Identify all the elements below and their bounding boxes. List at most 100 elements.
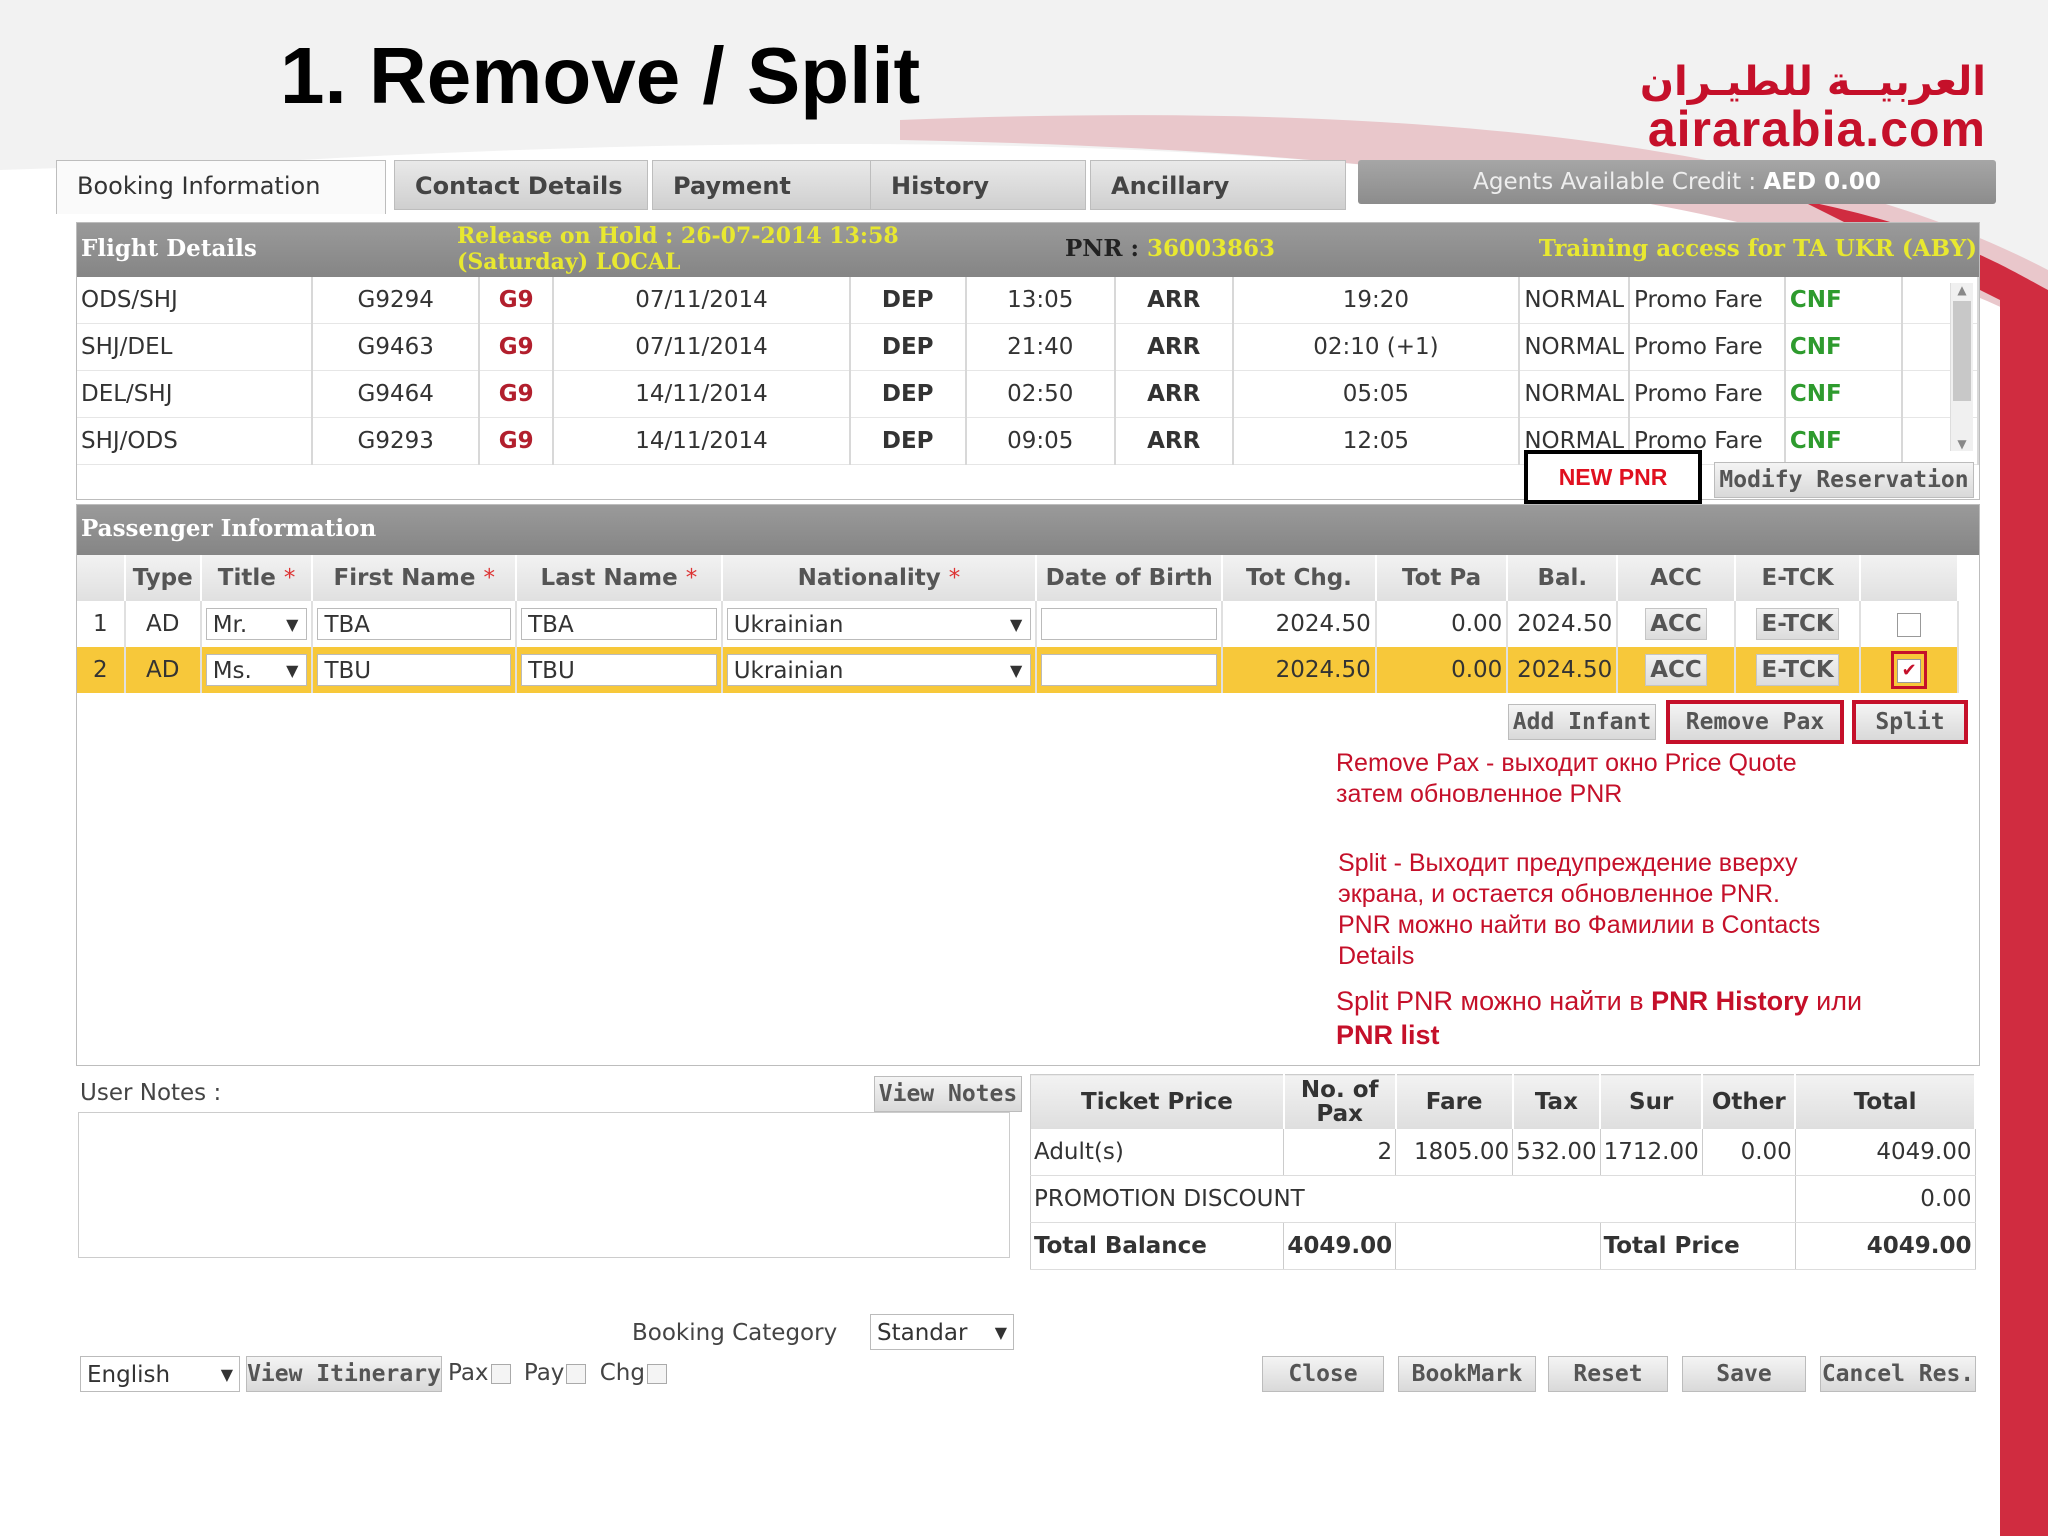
booking-category-select[interactable]: Standar ▼: [870, 1314, 1014, 1350]
price-col-other: Other: [1702, 1074, 1797, 1129]
pax-first-name-input[interactable]: TBU: [312, 647, 518, 693]
pax-checkbox[interactable]: [490, 1363, 511, 1384]
pax-first-name-input[interactable]: TBA: [312, 601, 518, 647]
arr-time: 02:10 (+1): [1232, 323, 1521, 371]
tab-contact-details[interactable]: Contact Details: [394, 160, 648, 210]
airarabia-logo: العربيــة للطيـران airarabia.com: [1640, 60, 1986, 154]
new-pnr-label: NEW PNR: [1524, 450, 1702, 504]
col-title: Title *: [200, 555, 314, 601]
flight-number: G9463: [312, 323, 481, 371]
arr-time: 19:20: [1232, 277, 1521, 324]
chg-checkbox[interactable]: [646, 1363, 667, 1384]
pax-tot-chg: 2024.50: [1222, 647, 1377, 693]
pax-type: AD: [124, 647, 202, 693]
tab-history[interactable]: History: [870, 160, 1086, 210]
arr-time: 05:05: [1232, 370, 1521, 418]
pax-etck-button[interactable]: E-TCK: [1734, 647, 1862, 693]
pay-checkbox[interactable]: [566, 1363, 587, 1384]
pax-dob-input[interactable]: [1036, 601, 1224, 647]
bookmark-button[interactable]: BookMark: [1398, 1356, 1536, 1392]
booking-status: CNF: [1784, 370, 1904, 418]
passenger-row[interactable]: 1 AD Mr. ▼ TBA TBA Ukrainian ▼ 2024.50 0.00 2024.5…: [77, 601, 1959, 647]
arr-label: ARR: [1114, 323, 1234, 371]
flight-row[interactable]: DEL/SHJ G9464 G9 14/11/2014 DEP 02:50 ARR 05:05…: [77, 370, 1979, 418]
close-button[interactable]: Close: [1262, 1356, 1384, 1392]
flight-details-header: Flight Details Release on Hold : 26-07-2…: [77, 223, 1979, 277]
flight-date: 14/11/2014: [553, 370, 851, 418]
checkmark-icon[interactable]: ✔: [1897, 658, 1922, 683]
add-infant-button[interactable]: Add Infant: [1508, 704, 1656, 740]
pax-acc-button[interactable]: ACC: [1617, 647, 1736, 693]
passenger-info-header: Passenger Information: [77, 505, 1979, 555]
chevron-down-icon: ▼: [286, 615, 299, 634]
note-split: Split - Выходит предупреждение вверху эк…: [1338, 849, 1821, 970]
fare-type: Promo Fare: [1629, 370, 1786, 418]
price-row-promotion: PROMOTION DISCOUNT 0.00: [1030, 1175, 1976, 1223]
checkbox-icon[interactable]: [1897, 612, 1922, 637]
pax-number: 1: [77, 601, 126, 647]
flight-segment: ODS/SHJ: [77, 277, 313, 324]
price-col-ticket: Ticket Price: [1030, 1074, 1285, 1129]
scroll-thumb[interactable]: [1953, 301, 1971, 401]
pax-tot-paid: 0.00: [1375, 647, 1509, 693]
view-notes-button[interactable]: View Notes: [874, 1076, 1022, 1112]
chevron-down-icon: ▼: [286, 661, 299, 680]
pnr-value: 36003863: [1146, 235, 1275, 262]
carrier-code: G9: [479, 417, 555, 465]
flight-row[interactable]: ODS/SHJ G9294 G9 07/11/2014 DEP 13:05 ARR 19:20…: [77, 277, 1979, 324]
booking-class: NORMAL: [1519, 323, 1631, 371]
passenger-row[interactable]: 2 AD Ms. ▼ TBU TBU Ukrainian ▼ 2024.50 0.00 2024.5…: [77, 647, 1959, 693]
flight-date: 14/11/2014: [553, 417, 851, 465]
modify-reservation-button[interactable]: Modify Reservation: [1714, 462, 1974, 498]
tab-ancillary[interactable]: Ancillary: [1090, 160, 1346, 210]
scroll-down-icon[interactable]: ▼: [1951, 437, 1973, 451]
note-split-pnr: Split PNR можно найти в PNR History или …: [1336, 986, 1863, 1050]
view-itinerary-button[interactable]: View Itinerary: [246, 1356, 442, 1392]
cancel-reservation-button[interactable]: Cancel Res.: [1820, 1356, 1976, 1392]
pax-select-checkbox[interactable]: [1860, 601, 1959, 647]
flight-scrollbar[interactable]: ▲ ▼: [1950, 283, 1973, 451]
reset-button[interactable]: Reset: [1548, 1356, 1668, 1392]
pax-title-select[interactable]: Mr. ▼: [200, 601, 314, 647]
col-bal: Bal.: [1507, 555, 1619, 601]
flight-row[interactable]: SHJ/DEL G9463 G9 07/11/2014 DEP 21:40 ARR 02:10…: [77, 323, 1979, 371]
flight-segment: DEL/SHJ: [77, 370, 313, 418]
remove-pax-button[interactable]: Remove Pax: [1666, 700, 1844, 744]
flight-number: G9294: [312, 277, 481, 324]
pax-select-checkbox[interactable]: ✔: [1860, 647, 1959, 693]
training-access: Training access for TA UKR (ABY): [1538, 235, 1977, 262]
arr-label: ARR: [1114, 370, 1234, 418]
price-col-sur: Sur: [1600, 1074, 1704, 1129]
dep-time: 21:40: [965, 323, 1116, 371]
pax-title-select[interactable]: Ms. ▼: [200, 647, 314, 693]
price-col-total: Total: [1795, 1074, 1976, 1129]
split-button[interactable]: Split: [1852, 700, 1968, 744]
language-select[interactable]: English ▼: [80, 1356, 240, 1392]
pax-nationality-select[interactable]: Ukrainian ▼: [721, 601, 1038, 647]
note-remove-pax: Remove Pax - выходит окно Price Quote за…: [1336, 749, 1797, 808]
credit-label: Agents Available Credit :: [1473, 169, 1757, 195]
pax-last-name-input[interactable]: TBU: [516, 647, 723, 693]
price-summary: Ticket Price No. of Pax Fare Tax Sur Oth…: [1030, 1074, 1976, 1270]
pax-balance: 2024.50: [1507, 647, 1619, 693]
price-col-tax: Tax: [1512, 1074, 1602, 1129]
pax-last-name-input[interactable]: TBA: [516, 601, 723, 647]
scroll-up-icon[interactable]: ▲: [1951, 283, 1973, 297]
pax-nationality-select[interactable]: Ukrainian ▼: [721, 647, 1038, 693]
pax-dob-input[interactable]: [1036, 647, 1224, 693]
pax-etck-button[interactable]: E-TCK: [1734, 601, 1862, 647]
dep-time: 02:50: [965, 370, 1116, 418]
price-col-fare: Fare: [1395, 1074, 1514, 1129]
price-row-balance: Total Balance 4049.00 Total Price 4049.0…: [1030, 1222, 1976, 1270]
booking-class: NORMAL: [1519, 277, 1631, 324]
save-button[interactable]: Save: [1682, 1356, 1806, 1392]
pnr-display: PNR : 36003863: [1065, 235, 1275, 262]
tab-booking-information[interactable]: Booking Information: [56, 160, 386, 214]
pax-number: 2: [77, 647, 126, 693]
pnr-label: PNR :: [1065, 235, 1139, 262]
release-line-2: (Saturday) LOCAL: [457, 249, 681, 275]
user-notes-textarea[interactable]: [78, 1112, 1010, 1258]
fare-type: Promo Fare: [1629, 323, 1786, 371]
agent-credit-bar: Agents Available Credit : AED 0.00: [1358, 160, 1996, 204]
pax-acc-button[interactable]: ACC: [1617, 601, 1736, 647]
